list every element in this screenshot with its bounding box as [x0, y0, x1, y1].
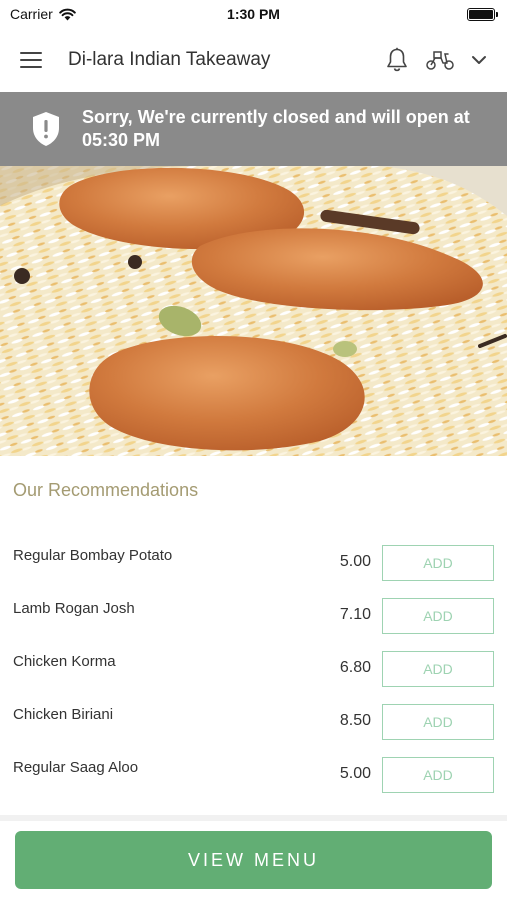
add-button[interactable]: ADD	[382, 545, 494, 581]
recommendations-list: Regular Bombay Potato 5.00 ADD Lamb Roga…	[0, 535, 507, 800]
item-price: 7.10	[339, 606, 371, 623]
add-button[interactable]: ADD	[382, 704, 494, 740]
status-time: 1:30 PM	[227, 6, 280, 22]
closed-message: Sorry, We're currently closed and will o…	[82, 107, 470, 150]
restaurant-title: Di-lara Indian Takeaway	[68, 49, 271, 70]
add-button[interactable]: ADD	[382, 598, 494, 634]
list-item: Chicken Biriani 8.50 ADD	[0, 694, 507, 747]
item-price: 6.80	[339, 659, 371, 676]
add-button[interactable]: ADD	[382, 757, 494, 793]
item-price: 5.00	[339, 553, 371, 570]
recommendations-title: Our Recommendations	[13, 480, 199, 500]
view-menu-button[interactable]: VIEW MENU	[15, 831, 492, 889]
item-name: Lamb Rogan Josh	[13, 600, 135, 617]
list-item: Regular Saag Aloo 5.00 ADD	[0, 747, 507, 800]
closed-banner: Sorry, We're currently closed and will o…	[0, 92, 507, 166]
add-button[interactable]: ADD	[382, 651, 494, 687]
item-name: Chicken Biriani	[13, 706, 114, 723]
header-actions	[385, 47, 487, 73]
chevron-down-icon[interactable]	[471, 55, 487, 65]
app-header: Di-lara Indian Takeaway	[0, 28, 507, 92]
list-item: Regular Bombay Potato 5.00 ADD	[0, 535, 507, 588]
footer-divider	[0, 815, 507, 821]
biryani-illustration	[0, 166, 507, 456]
hero-food-image	[0, 166, 507, 456]
carrier-group: Carrier	[10, 6, 76, 22]
item-name: Chicken Korma	[13, 653, 116, 670]
battery-icon	[467, 7, 498, 21]
item-name: Regular Saag Aloo	[13, 759, 139, 776]
item-price: 5.00	[339, 765, 371, 782]
shield-alert-icon	[33, 112, 59, 146]
item-name: Regular Bombay Potato	[13, 547, 173, 564]
bell-icon[interactable]	[385, 47, 409, 73]
item-price: 8.50	[339, 712, 371, 729]
carrier-label: Carrier	[10, 6, 53, 22]
list-item: Lamb Rogan Josh 7.10 ADD	[0, 588, 507, 641]
delivery-scooter-icon[interactable]	[425, 49, 455, 71]
list-item: Chicken Korma 6.80 ADD	[0, 641, 507, 694]
status-bar: Carrier 1:30 PM	[0, 0, 507, 28]
hamburger-menu-icon[interactable]	[20, 46, 48, 74]
wifi-icon	[58, 8, 76, 20]
